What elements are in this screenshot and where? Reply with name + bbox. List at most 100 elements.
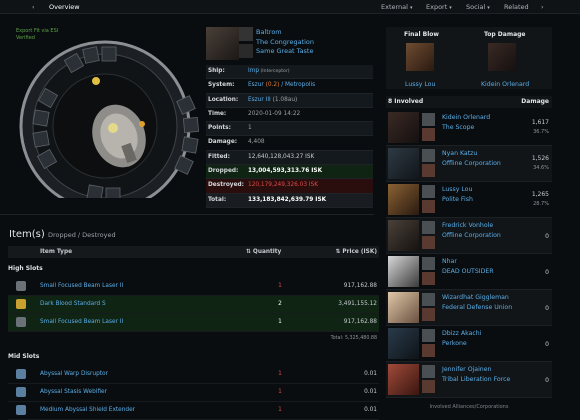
detail-value[interactable]: Imp (Interceptor) — [248, 65, 290, 78]
victim-name-link[interactable]: Baltrom — [256, 28, 314, 38]
item-icon[interactable] — [16, 281, 26, 291]
attacker-portrait[interactable] — [388, 364, 419, 395]
related-link[interactable]: Related — [504, 3, 529, 11]
attacker-name[interactable]: Fredrick Vonhole — [442, 222, 493, 229]
weapon-icon[interactable] — [422, 128, 435, 141]
detail-row: Total: 133,183,842,639.79 ISK — [206, 193, 373, 208]
attacker-name[interactable]: Dbizz Akachi — [442, 330, 481, 337]
item-name-link[interactable]: Medium Abyssal Shield Extender — [40, 402, 135, 419]
social-menu[interactable]: Social ▾ — [466, 3, 490, 11]
weapon-icon[interactable] — [422, 344, 435, 357]
corp-logo-icon[interactable] — [239, 27, 253, 41]
attacker-row: Fredrick Vonhole Offline Corporation 0 — [386, 218, 552, 254]
victim-avatar[interactable] — [206, 27, 239, 60]
attacker-corp[interactable]: The Scope — [442, 124, 474, 131]
item-name-link[interactable]: Abyssal Stasis Webifier — [40, 384, 107, 401]
weapon-icon[interactable] — [422, 380, 435, 393]
victim-alliance-link[interactable]: Same Great Taste — [256, 47, 314, 57]
attacker-name[interactable]: Nhar — [442, 258, 457, 265]
item-price: 0.01 — [364, 407, 377, 413]
item-name-link[interactable]: Small Focused Beam Laser II — [40, 314, 123, 331]
attacker-portrait[interactable] — [388, 292, 419, 323]
weapon-icon[interactable] — [422, 200, 435, 213]
attacker-portrait[interactable] — [388, 220, 419, 251]
detail-key: Damage: — [208, 139, 238, 146]
weapon-icon[interactable] — [422, 308, 435, 321]
col-price[interactable]: ⇅ Price (ISK) — [336, 246, 378, 258]
forward-arrow[interactable]: › — [541, 3, 544, 11]
attacker-corp[interactable]: Perkone — [442, 340, 467, 347]
final-blow-name[interactable]: Lussy Lou — [405, 81, 435, 88]
weapon-icon[interactable] — [422, 164, 435, 177]
final-blow-portrait[interactable] — [406, 43, 434, 71]
detail-key: System: — [208, 82, 235, 89]
top-damage-portrait[interactable] — [488, 43, 516, 71]
attacker-portrait[interactable] — [388, 148, 419, 179]
ship-icon[interactable] — [422, 365, 435, 378]
attacker-corp[interactable]: Tribal Liberation Force — [442, 376, 510, 383]
item-price: 0.01 — [364, 371, 377, 377]
back-arrow[interactable]: ‹ — [32, 3, 35, 11]
victim-corp-link[interactable]: The Congregation — [256, 38, 314, 48]
item-name-link[interactable]: Abyssal Warp Disruptor — [40, 366, 108, 383]
attacker-corp[interactable]: Polite Fish — [442, 196, 473, 203]
detail-key: Total: — [208, 196, 227, 203]
involved-alliances-link[interactable]: Involved Alliances/Corporations — [386, 404, 552, 410]
item-icon[interactable] — [16, 405, 26, 415]
item-icon[interactable] — [16, 317, 26, 327]
attacker-row: Nhar DEAD OUTSIDER 0 — [386, 254, 552, 290]
col-quantity[interactable]: ⇅ Quantity — [246, 246, 281, 258]
attacker-name[interactable]: Jennifer Ojainen — [442, 366, 491, 373]
detail-value[interactable]: Eszur III (1.08au) — [248, 94, 297, 107]
attacker-name[interactable]: Nyan Katzu — [442, 150, 477, 157]
ship-icon[interactable] — [422, 149, 435, 162]
alliance-logo-icon[interactable] — [239, 44, 253, 58]
top-damage-name[interactable]: Kidein Orlenard — [481, 81, 529, 88]
detail-value[interactable]: Eszur (0.2) / Metropolis — [248, 79, 315, 92]
detail-row: Fitted: 12,640,128,043.27 ISK — [206, 150, 373, 166]
export-menu[interactable]: Export ▾ — [426, 3, 452, 11]
attacker-corp[interactable]: Offline Corporation — [442, 160, 501, 167]
ship-icon[interactable] — [422, 185, 435, 198]
attacker-corp[interactable]: Offline Corporation — [442, 232, 501, 239]
ship-icon[interactable] — [422, 221, 435, 234]
detail-key: Fitted: — [208, 153, 230, 160]
external-menu[interactable]: External ▾ — [381, 3, 412, 11]
detail-row: Damage: 4,408 — [206, 136, 373, 151]
detail-key: Location: — [208, 96, 239, 103]
detail-key: Time: — [208, 110, 227, 117]
attacker-name[interactable]: Lussy Lou — [442, 186, 472, 193]
detail-value: 133,183,842,639.79 ISK — [248, 196, 327, 203]
attacker-row: Lussy Lou Polite Fish 1,265 28.7% — [386, 182, 552, 218]
weapon-icon[interactable] — [422, 272, 435, 285]
ship-icon[interactable] — [422, 329, 435, 342]
attacker-name[interactable]: Kidein Orlenard — [442, 114, 490, 121]
ship-icon[interactable] — [422, 257, 435, 270]
detail-row: Points: 1 — [206, 122, 373, 137]
item-icon[interactable] — [16, 369, 26, 379]
tab-overview[interactable]: Overview — [49, 3, 80, 11]
attacker-portrait[interactable] — [388, 184, 419, 215]
attacker-portrait[interactable] — [388, 112, 419, 143]
damage-heading: Damage — [521, 98, 549, 105]
detail-value: 13,004,593,313.76 ISK — [248, 168, 323, 175]
attacker-damage: 1,526 — [531, 155, 549, 162]
item-name-link[interactable]: Small Focused Beam Laser II — [40, 278, 123, 295]
attacker-corp[interactable]: Federal Defense Union — [442, 304, 512, 311]
attacker-damage: 0 — [545, 269, 549, 276]
attacker-portrait[interactable] — [388, 256, 419, 287]
item-name-link[interactable]: Dark Blood Standard S — [40, 296, 106, 313]
final-blow-heading: Final Blow — [404, 31, 439, 38]
attacker-corp[interactable]: DEAD OUTSIDER — [442, 268, 494, 275]
attacker-name[interactable]: Wizardhat Giggleman — [442, 294, 509, 301]
attacker-portrait[interactable] — [388, 328, 419, 359]
item-icon[interactable] — [16, 299, 26, 309]
ship-icon[interactable] — [422, 293, 435, 306]
item-row: Abyssal Stasis Webifier 1 0.01 — [8, 384, 379, 402]
item-icon[interactable] — [16, 387, 26, 397]
weapon-icon[interactable] — [422, 236, 435, 249]
col-item-type[interactable]: Item Type — [40, 246, 72, 258]
item-price: 0.01 — [364, 389, 377, 395]
ship-icon[interactable] — [422, 113, 435, 126]
attacker-damage-percent: 36.7% — [533, 129, 549, 135]
